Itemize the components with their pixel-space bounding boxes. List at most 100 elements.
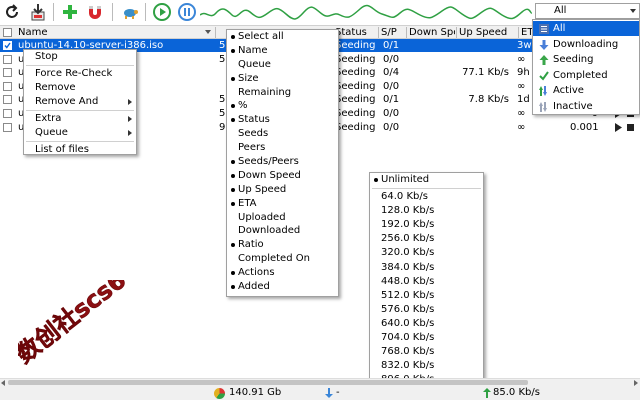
torrent-seeds-peers: 0/1 — [383, 94, 400, 106]
columns-menu-item[interactable]: Added — [227, 280, 338, 294]
scrollbar-thumb[interactable] — [8, 380, 528, 385]
filter-option-label: Completed — [553, 69, 608, 81]
column-header-down-speed[interactable]: Down Speed — [409, 26, 455, 39]
torrent-status: Seeding — [335, 80, 376, 92]
speed-limit-item-label: 320.0 Kb/s — [381, 247, 435, 259]
speed-limit-item-label: 512.0 Kb/s — [381, 289, 435, 301]
torrent-down-speed — [409, 93, 455, 106]
filter-option-seeding[interactable]: Seeding — [533, 52, 639, 67]
columns-menu-item[interactable]: % — [227, 99, 338, 113]
refresh-icon[interactable] — [2, 2, 22, 22]
add-icon[interactable] — [60, 2, 80, 22]
horizontal-scrollbar[interactable] — [0, 378, 640, 386]
columns-menu-item[interactable]: Seeds — [227, 127, 338, 141]
columns-menu-item[interactable]: Peers — [227, 141, 338, 155]
columns-menu-item[interactable]: Size — [227, 72, 338, 86]
filter-option-all[interactable]: All — [533, 21, 639, 36]
columns-menu-item[interactable]: Downloaded — [227, 224, 338, 238]
context-menu-item-label: Queue — [35, 127, 68, 138]
row-start-icon[interactable] — [615, 122, 623, 132]
speed-limit-item-label: 576.0 Kb/s — [381, 303, 435, 315]
torrent-up-speed — [459, 80, 509, 93]
torrent-up-speed: 7.8 Kb/s — [468, 94, 509, 106]
pause-all-icon[interactable] — [177, 2, 197, 22]
torrent-up-speed: 77.1 Kb/s — [462, 67, 509, 79]
row-checkbox[interactable] — [3, 81, 12, 91]
column-header-up-speed[interactable]: Up Speed — [459, 26, 507, 39]
magnet-icon[interactable] — [85, 2, 105, 22]
row-checkbox[interactable] — [3, 54, 12, 64]
inactive-arrows-icon — [539, 101, 549, 112]
context-menu-item[interactable]: Remove And — [24, 95, 136, 109]
speed-limit-item[interactable]: 768.0 Kb/s — [370, 345, 483, 359]
column-header-status[interactable]: Status — [335, 26, 375, 39]
speed-limit-item[interactable]: 192.0 Kb/s — [370, 218, 483, 232]
filter-option-label: Downloading — [553, 38, 619, 50]
speed-limit-item[interactable]: 384.0 Kb/s — [370, 261, 483, 275]
active-arrows-icon — [539, 86, 549, 96]
speed-limit-item-label: 640.0 Kb/s — [381, 317, 435, 329]
columns-menu-item[interactable]: Up Speed — [227, 183, 338, 197]
speed-limit-item[interactable]: Unlimited — [370, 173, 483, 187]
columns-menu-item[interactable]: Uploaded — [227, 211, 338, 225]
speed-limit-item[interactable]: 448.0 Kb/s — [370, 275, 483, 289]
columns-menu-item-label: Queue — [238, 58, 271, 70]
filter-select[interactable]: All — [535, 3, 640, 19]
columns-menu-item[interactable]: Completed On — [227, 252, 338, 266]
column-header-name[interactable]: Name — [18, 26, 208, 39]
columns-menu-item[interactable]: Remaining — [227, 86, 338, 100]
context-menu-item[interactable]: List of files — [24, 143, 136, 157]
torrent-status: Seeding — [335, 121, 376, 133]
submenu-arrow-icon — [128, 130, 132, 136]
columns-menu-item[interactable]: Seeds/Peers — [227, 155, 338, 169]
turtle-mode-icon[interactable] — [120, 2, 140, 22]
filter-option-inactive[interactable]: Inactive — [533, 99, 639, 114]
context-menu-item[interactable]: Queue — [24, 126, 136, 140]
columns-menu-item[interactable]: Queue — [227, 58, 338, 72]
start-all-icon[interactable] — [152, 2, 172, 22]
disk-space-pie-icon — [214, 388, 225, 399]
columns-menu-item-label: Peers — [238, 142, 266, 154]
columns-menu-item[interactable]: ETA — [227, 197, 338, 211]
context-menu-item[interactable]: Stop — [24, 50, 136, 64]
filter-option-active[interactable]: Active — [533, 83, 639, 98]
speed-limit-item[interactable]: 576.0 Kb/s — [370, 303, 483, 317]
speed-limit-item[interactable]: 128.0 Kb/s — [370, 204, 483, 218]
speed-limit-item[interactable]: 832.0 Kb/s — [370, 359, 483, 373]
speed-limit-item-label: 448.0 Kb/s — [381, 275, 435, 287]
speed-limit-item[interactable]: 512.0 Kb/s — [370, 289, 483, 303]
filter-option-downloading[interactable]: Downloading — [533, 37, 639, 52]
columns-menu-item[interactable]: Down Speed — [227, 169, 338, 183]
row-checkbox[interactable] — [3, 41, 12, 50]
select-all-checkbox[interactable] — [3, 28, 12, 37]
columns-menu-item[interactable]: Select all — [227, 30, 338, 44]
app-window: All Name Status S/P Down Speed Up Speed … — [0, 0, 640, 400]
columns-menu-item-label: % — [238, 100, 248, 112]
speed-limit-item[interactable]: 640.0 Kb/s — [370, 317, 483, 331]
row-checkbox[interactable] — [3, 122, 12, 132]
filter-option-completed[interactable]: Completed — [533, 68, 639, 83]
svg-text:数创社scs66: 数创社scs66 — [18, 280, 144, 369]
context-menu-item[interactable]: Force Re-Check — [24, 67, 136, 81]
columns-menu-item[interactable]: Ratio — [227, 238, 338, 252]
speed-limit-item[interactable]: 64.0 Kb/s — [370, 190, 483, 204]
row-checkbox[interactable] — [3, 109, 12, 118]
row-checkbox[interactable] — [3, 68, 12, 78]
torrent-seeds-peers: 0/0 — [383, 121, 400, 133]
row-checkbox[interactable] — [3, 95, 12, 105]
row-stop-icon[interactable] — [627, 123, 635, 132]
torrent-seeds-peers: 0/0 — [383, 80, 400, 92]
columns-menu-item[interactable]: Actions — [227, 266, 338, 280]
context-menu-item[interactable]: Remove — [24, 81, 136, 95]
speed-limit-item[interactable]: 704.0 Kb/s — [370, 331, 483, 345]
context-menu-item[interactable]: Extra — [24, 112, 136, 126]
filter-option-label: Active — [553, 85, 584, 96]
filter-option-label: Seeding — [553, 54, 594, 65]
speed-limit-item[interactable]: 320.0 Kb/s — [370, 246, 483, 260]
column-header-sp[interactable]: S/P — [381, 26, 405, 39]
columns-menu-item[interactable]: Name — [227, 44, 338, 58]
torrent-status: Seeding — [335, 40, 376, 51]
speed-limit-item[interactable]: 256.0 Kb/s — [370, 232, 483, 246]
columns-menu-item[interactable]: Status — [227, 113, 338, 127]
add-torrent-file-icon[interactable] — [28, 2, 48, 22]
